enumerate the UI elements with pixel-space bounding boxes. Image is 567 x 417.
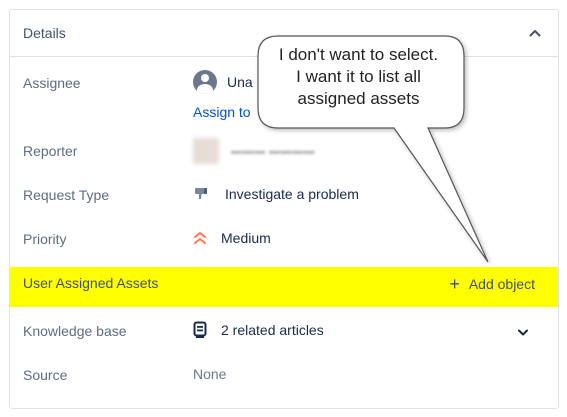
knowledge-base-field[interactable]: 2 related articles [193, 321, 324, 339]
knowledge-base-value: 2 related articles [221, 322, 324, 338]
reporter-name-blurred: ▬▬▬ ▬▬▬▬ [231, 145, 316, 157]
callout-line: I don't want to select. [278, 45, 439, 64]
request-type-field[interactable]: Investigate a problem [193, 186, 359, 202]
priority-label: Priority [23, 231, 67, 247]
plus-icon: + [449, 274, 460, 294]
priority-high-icon [193, 230, 207, 246]
article-icon [193, 321, 207, 339]
add-object-label: Add object [468, 276, 535, 292]
assignee-value: Una [227, 74, 253, 90]
reporter-avatar [193, 138, 219, 164]
avatar-icon [193, 70, 217, 94]
user-assigned-assets-label: User Assigned Assets [23, 275, 159, 291]
knowledge-base-label: Knowledge base [23, 323, 127, 339]
reporter-field[interactable]: ▬▬▬ ▬▬▬▬ [193, 138, 315, 164]
callout-text: I don't want to select. I want it to lis… [253, 44, 464, 110]
add-object-button[interactable]: + Add object [449, 275, 535, 293]
chevron-down-icon[interactable] [518, 323, 528, 341]
assign-to-link[interactable]: Assign to [193, 104, 251, 120]
thumbs-down-icon [193, 186, 209, 202]
callout-line: I want it to list all [296, 67, 421, 86]
request-type-label: Request Type [23, 187, 110, 203]
assignee-field[interactable]: Una [193, 70, 253, 94]
callout-line: assigned assets [297, 89, 420, 108]
request-type-value: Investigate a problem [225, 186, 359, 202]
source-label: Source [23, 367, 68, 383]
priority-value: Medium [221, 230, 271, 246]
source-value: None [193, 366, 227, 382]
chevron-up-icon[interactable] [526, 24, 544, 42]
panel-title: Details [23, 25, 66, 41]
reporter-label: Reporter [23, 143, 78, 159]
assignee-label: Assignee [23, 75, 81, 91]
priority-field[interactable]: Medium [193, 230, 271, 246]
